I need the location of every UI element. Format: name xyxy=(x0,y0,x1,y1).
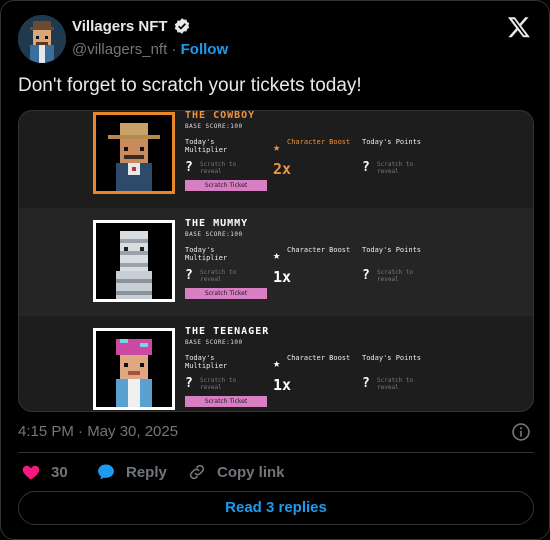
multiplier-value: ? xyxy=(185,376,193,391)
points-note: Scratch to reveal xyxy=(377,269,414,283)
link-icon xyxy=(189,464,205,480)
points-value: ? xyxy=(362,160,370,175)
tweet-media-image[interactable]: THE COWBOY BASE SCORE:100 Today's Multip… xyxy=(18,110,534,412)
scratch-ticket-button[interactable]: Scratch Ticket xyxy=(185,288,267,299)
follow-button[interactable]: Follow xyxy=(181,41,229,58)
points-value: ? xyxy=(362,268,370,283)
points-note: Scratch to reveal xyxy=(377,377,414,391)
base-score: BASE SCORE:100 xyxy=(185,123,243,130)
ticket-card-teenager: THE TEENAGER BASE SCORE:100 Today's Mult… xyxy=(19,316,533,411)
reply-label: Reply xyxy=(126,463,167,481)
x-logo-icon[interactable] xyxy=(507,15,531,39)
multiplier-label: Today's Multiplier xyxy=(185,246,228,262)
cowboy-portrait xyxy=(93,112,175,194)
points-label: Today's Points xyxy=(362,354,422,362)
star-icon: ★ xyxy=(273,356,281,370)
author-display-name[interactable]: Villagers NFT xyxy=(72,17,191,35)
copy-link-button[interactable]: Copy link xyxy=(187,462,285,482)
character-name: THE COWBOY xyxy=(185,110,256,121)
star-icon: ★ xyxy=(273,248,281,262)
handle-separator: · xyxy=(171,41,177,58)
multiplier-note: Scratch to reveal xyxy=(200,161,237,175)
read-replies-button[interactable]: Read 3 replies xyxy=(18,491,534,525)
multiplier-label: Today's Multiplier xyxy=(185,354,228,370)
display-name-text: Villagers NFT xyxy=(72,17,168,35)
ticket-card-mummy: THE MUMMY BASE SCORE:100 Today's Multipl… xyxy=(19,208,533,316)
author-avatar[interactable] xyxy=(18,15,66,63)
base-score: BASE SCORE:100 xyxy=(185,231,243,238)
multiplier-value: ? xyxy=(185,268,193,283)
boost-label: Character Boost xyxy=(287,246,351,254)
multiplier-note: Scratch to reveal xyxy=(200,377,237,391)
tweet-timestamp[interactable]: 4:15 PM · May 30, 2025 xyxy=(18,423,178,440)
boost-value: 1x xyxy=(273,376,292,394)
multiplier-note: Scratch to reveal xyxy=(200,269,237,283)
author-handle-row: @villagers_nft · Follow xyxy=(72,41,228,58)
info-icon[interactable] xyxy=(511,422,531,442)
scratch-ticket-button[interactable]: Scratch Ticket xyxy=(185,396,267,407)
points-value: ? xyxy=(362,376,370,391)
verified-badge-icon xyxy=(174,18,189,34)
multiplier-value: ? xyxy=(185,160,193,175)
base-score: BASE SCORE:100 xyxy=(185,339,243,346)
author-handle[interactable]: @villagers_nft xyxy=(72,41,167,58)
like-button[interactable]: 30 xyxy=(21,462,68,482)
tweet-card: Villagers NFT @villagers_nft · Follow Do… xyxy=(0,0,550,540)
mummy-portrait xyxy=(93,220,175,302)
ticket-card-cowboy: THE COWBOY BASE SCORE:100 Today's Multip… xyxy=(19,110,533,208)
scratch-ticket-button[interactable]: Scratch Ticket xyxy=(185,180,267,191)
boost-label: Character Boost xyxy=(287,138,351,146)
star-icon: ★ xyxy=(273,140,281,154)
like-count: 30 xyxy=(51,463,68,481)
tweet-text: Don't forget to scratch your tickets tod… xyxy=(18,75,362,96)
boost-value: 2x xyxy=(273,160,292,178)
character-name: THE MUMMY xyxy=(185,218,249,229)
heart-icon xyxy=(22,465,40,480)
reply-bubble-icon xyxy=(98,464,114,480)
copy-link-label: Copy link xyxy=(217,463,285,481)
points-note: Scratch to reveal xyxy=(377,161,414,175)
pixel-avatar-image xyxy=(18,15,66,63)
divider xyxy=(18,452,534,453)
points-label: Today's Points xyxy=(362,138,422,146)
points-label: Today's Points xyxy=(362,246,422,254)
character-name: THE TEENAGER xyxy=(185,326,270,337)
boost-label: Character Boost xyxy=(287,354,351,362)
multiplier-label: Today's Multiplier xyxy=(185,138,228,154)
teenager-portrait xyxy=(93,328,175,410)
reply-button[interactable]: Reply xyxy=(96,462,167,482)
boost-value: 1x xyxy=(273,268,292,286)
